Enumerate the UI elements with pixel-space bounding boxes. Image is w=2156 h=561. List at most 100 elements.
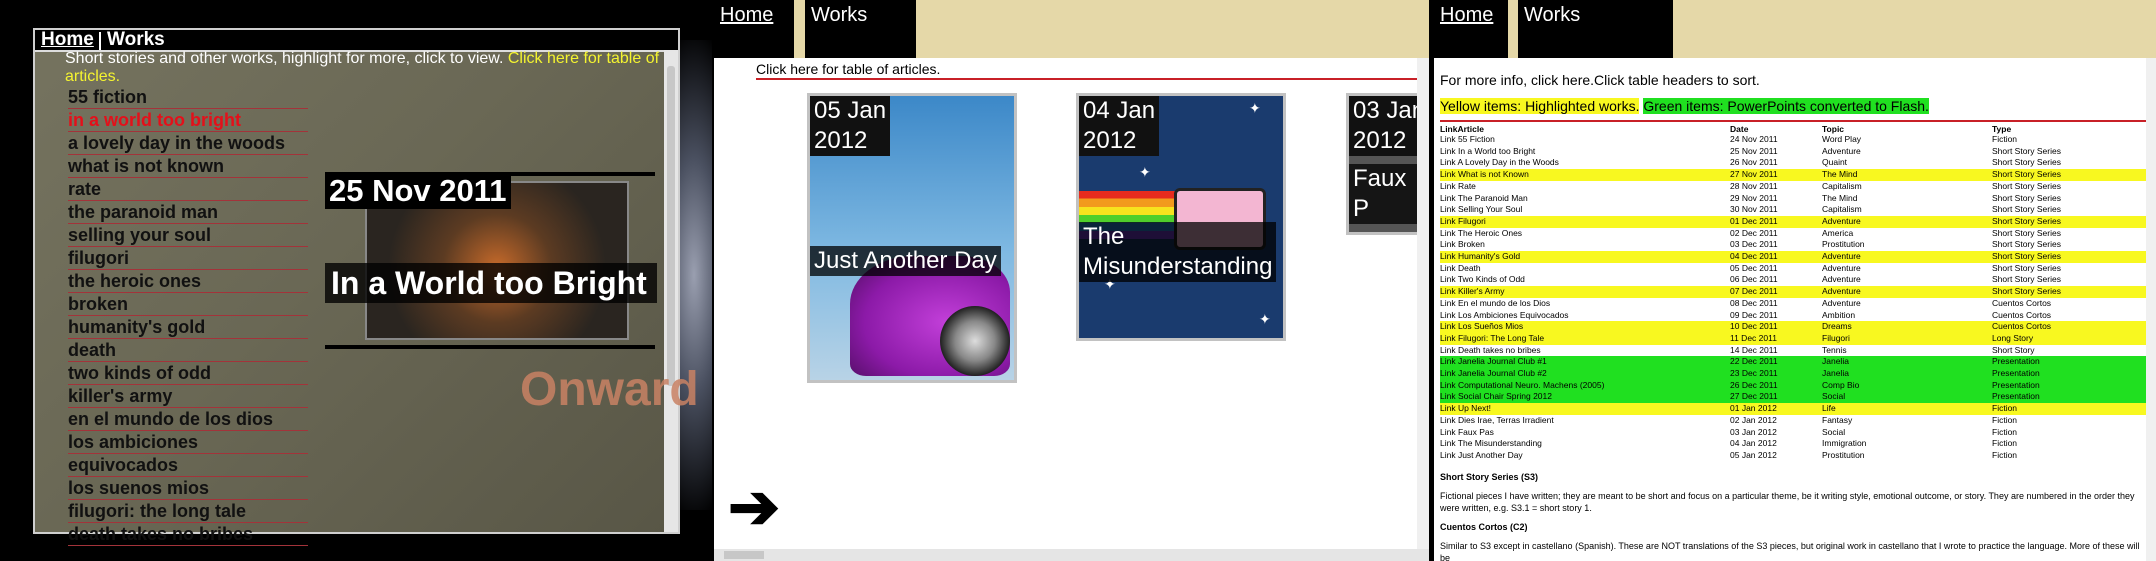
table-row[interactable]: Link Social Chair Spring 2012 27 Dec 2011… bbox=[1440, 391, 2146, 404]
cell-article[interactable]: Link Social Chair Spring 2012 bbox=[1440, 391, 1730, 404]
table-row[interactable]: Link Faux Pas 03 Jan 2012 Social Fiction bbox=[1440, 427, 2146, 439]
home-link[interactable]: Home bbox=[41, 30, 94, 50]
cell-article[interactable]: Link In a World too Bright bbox=[1440, 146, 1730, 158]
cell-article[interactable]: Link The Misunderstanding bbox=[1440, 438, 1730, 450]
table-of-articles-link[interactable]: Click here for table of articles. bbox=[756, 61, 940, 77]
work-card-just-another-day[interactable]: 05 Jan 2012 Just Another Day bbox=[807, 93, 1017, 383]
works-list-item[interactable]: filugori bbox=[68, 247, 308, 270]
works-list-item[interactable]: 55 fiction bbox=[68, 86, 308, 109]
cell-article[interactable]: Link Humanity's Gold bbox=[1440, 251, 1730, 263]
cell-article[interactable]: Link Janelia Journal Club #2 bbox=[1440, 368, 1730, 380]
works-list-item[interactable]: equivocados bbox=[68, 454, 308, 477]
table-row[interactable]: Link Filugori 01 Dec 2011 Adventure Short S… bbox=[1440, 215, 2146, 228]
table-row[interactable]: Link The Heroic Ones 02 Dec 2011 America Sh… bbox=[1440, 228, 2146, 240]
works-list-item[interactable]: a lovely day in the woods bbox=[68, 132, 308, 155]
onward-label[interactable]: Onward bbox=[520, 362, 699, 417]
works-list-item[interactable]: los suenos mios bbox=[68, 477, 308, 500]
home-tab[interactable]: Home bbox=[1434, 0, 1508, 58]
cell-article[interactable]: Link Death bbox=[1440, 263, 1730, 275]
works-tab[interactable]: Works bbox=[1518, 0, 1673, 58]
cell-article[interactable]: Link Two Kinds of Odd bbox=[1440, 274, 1730, 286]
cell-type: Short Story Series bbox=[1992, 169, 2146, 181]
table-row[interactable]: Link Selling Your Soul 30 Nov 2011 Capital… bbox=[1440, 204, 2146, 216]
table-row[interactable]: Link The Misunderstanding 04 Jan 2012 Immi… bbox=[1440, 438, 2146, 450]
table-row[interactable]: Link Death 05 Dec 2011 Adventure Short Stor… bbox=[1440, 263, 2146, 275]
cell-article[interactable]: Link Computational Neuro. Machens (2005) bbox=[1440, 379, 1730, 392]
table-row[interactable]: Link Computational Neuro. Machens (2005)… bbox=[1440, 379, 2146, 392]
info-text[interactable]: For more info, click here.Click table he… bbox=[1440, 72, 1760, 88]
table-row[interactable]: Link 55 Fiction 24 Nov 2011 Word Play Ficti… bbox=[1440, 134, 2146, 146]
featured-work[interactable]: 25 Nov 2011 In a World too Bright bbox=[317, 145, 677, 349]
cell-article[interactable]: Link Broken bbox=[1440, 239, 1730, 251]
table-row[interactable]: Link Filugori: The Long Tale 11 Dec 2011 F… bbox=[1440, 332, 2146, 345]
vertical-scrollbar[interactable] bbox=[1417, 58, 1429, 549]
works-list-item[interactable]: death takes no bribes bbox=[68, 523, 308, 546]
home-tab[interactable]: Home bbox=[714, 0, 794, 58]
cell-article[interactable]: Link The Paranoid Man bbox=[1440, 193, 1730, 205]
table-row[interactable]: Link A Lovely Day in the Woods 26 Nov 201… bbox=[1440, 157, 2146, 169]
cell-article[interactable]: Link Rate bbox=[1440, 181, 1730, 193]
header-type[interactable]: Type bbox=[1992, 124, 2146, 134]
works-list-item[interactable]: los ambiciones bbox=[68, 431, 308, 454]
table-row[interactable]: Link Los Ambiciones Equivocados 09 Dec 20… bbox=[1440, 310, 2146, 322]
cell-article[interactable]: Link Dies Irae, Terras Irradient bbox=[1440, 415, 1730, 427]
table-row[interactable]: Link En el mundo de los Dios 08 Dec 2011 A… bbox=[1440, 298, 2146, 310]
table-row[interactable]: Link Broken 03 Dec 2011 Prostitution Short … bbox=[1440, 239, 2146, 251]
cell-article[interactable]: Link Just Another Day bbox=[1440, 450, 1730, 462]
header-date[interactable]: Date bbox=[1730, 124, 1822, 134]
table-row[interactable]: Link Janelia Journal Club #1 22 Dec 2011 J… bbox=[1440, 356, 2146, 369]
table-row[interactable]: Link Just Another Day 05 Jan 2012 Prostitu… bbox=[1440, 450, 2146, 462]
works-list-item[interactable]: in a world too bright bbox=[68, 109, 308, 132]
scroll-thumb[interactable] bbox=[724, 551, 764, 559]
table-row[interactable]: Link Dies Irae, Terras Irradient 02 Jan 2… bbox=[1440, 415, 2146, 427]
works-list-item[interactable]: broken bbox=[68, 293, 308, 316]
horizontal-scrollbar[interactable] bbox=[714, 549, 1429, 561]
cell-article[interactable]: Link Janelia Journal Club #1 bbox=[1440, 356, 1730, 369]
cell-article[interactable]: Link Up Next! bbox=[1440, 403, 1730, 415]
cell-article[interactable]: Link Filugori bbox=[1440, 215, 1730, 228]
cell-article[interactable]: Link Selling Your Soul bbox=[1440, 204, 1730, 216]
works-list-item[interactable]: the heroic ones bbox=[68, 270, 308, 293]
cell-article[interactable]: Link A Lovely Day in the Woods bbox=[1440, 157, 1730, 169]
works-list-item[interactable]: humanity's gold bbox=[68, 316, 308, 339]
works-list-item[interactable]: rate bbox=[68, 178, 308, 201]
table-row[interactable]: Link What is not Known 27 Nov 2011 The Min… bbox=[1440, 169, 2146, 181]
table-row[interactable]: Link Up Next! 01 Jan 2012 Life Fiction bbox=[1440, 403, 2146, 415]
table-row[interactable]: Link Humanity's Gold 04 Dec 2011 Adventure… bbox=[1440, 251, 2146, 263]
table-row[interactable]: Link Death takes no bribes 14 Dec 2011 Ten… bbox=[1440, 345, 2146, 357]
cell-article[interactable]: Link 55 Fiction bbox=[1440, 134, 1730, 146]
header-linkarticle[interactable]: LinkArticle bbox=[1440, 124, 1730, 134]
table-row[interactable]: Link Janelia Journal Club #2 23 Dec 2011 J… bbox=[1440, 368, 2146, 380]
next-arrow-icon[interactable]: ➔ bbox=[728, 470, 780, 543]
cell-article[interactable]: Link Filugori: The Long Tale bbox=[1440, 332, 1730, 345]
table-row[interactable]: Link Los Sueños Mios 10 Dec 2011 Dreams Cue… bbox=[1440, 321, 2146, 333]
table-row[interactable]: Link Rate 28 Nov 2011 Capitalism Short Stor… bbox=[1440, 181, 2146, 193]
table-row[interactable]: Link In a World too Bright 25 Nov 2011 Adv… bbox=[1440, 146, 2146, 158]
works-list-item[interactable]: filugori: the long tale bbox=[68, 500, 308, 523]
works-list-item[interactable]: two kinds of odd bbox=[68, 362, 308, 385]
works-list-item[interactable]: the paranoid man bbox=[68, 201, 308, 224]
cell-article[interactable]: Link Los Ambiciones Equivocados bbox=[1440, 310, 1730, 322]
works-list-item[interactable]: death bbox=[68, 339, 308, 362]
cell-article[interactable]: Link Faux Pas bbox=[1440, 427, 1730, 439]
works-list-item[interactable]: en el mundo de los dios bbox=[68, 408, 308, 431]
scroll-thumb[interactable] bbox=[667, 66, 675, 386]
table-row[interactable]: Link Two Kinds of Odd 06 Dec 2011 Adventur… bbox=[1440, 274, 2146, 286]
cell-article[interactable]: Link What is not Known bbox=[1440, 169, 1730, 181]
cell-article[interactable]: Link Killer's Army bbox=[1440, 286, 1730, 298]
cell-article[interactable]: Link En el mundo de los Dios bbox=[1440, 298, 1730, 310]
table-row[interactable]: Link The Paranoid Man 29 Nov 2011 The Mind… bbox=[1440, 193, 2146, 205]
vertical-scrollbar[interactable] bbox=[2146, 58, 2156, 561]
cell-article[interactable]: Link Death takes no bribes bbox=[1440, 345, 1730, 357]
cell-article[interactable]: Link The Heroic Ones bbox=[1440, 228, 1730, 240]
works-link[interactable]: Works bbox=[107, 30, 165, 50]
cell-article[interactable]: Link Los Sueños Mios bbox=[1440, 321, 1730, 333]
header-topic[interactable]: Topic bbox=[1822, 124, 1992, 134]
works-tab[interactable]: Works bbox=[805, 0, 916, 58]
works-list-item[interactable]: selling your soul bbox=[68, 224, 308, 247]
works-list-item[interactable]: killer's army bbox=[68, 385, 308, 408]
works-list-item[interactable]: what is not known bbox=[68, 155, 308, 178]
work-card-the-misunderstanding[interactable]: ✦ ✦ ✦ ✦ 04 Jan 2012 The Misunderstanding bbox=[1076, 93, 1286, 341]
table-row[interactable]: Link Killer's Army 07 Dec 2011 Adventure Sh… bbox=[1440, 286, 2146, 298]
vertical-scrollbar[interactable] bbox=[664, 50, 678, 532]
